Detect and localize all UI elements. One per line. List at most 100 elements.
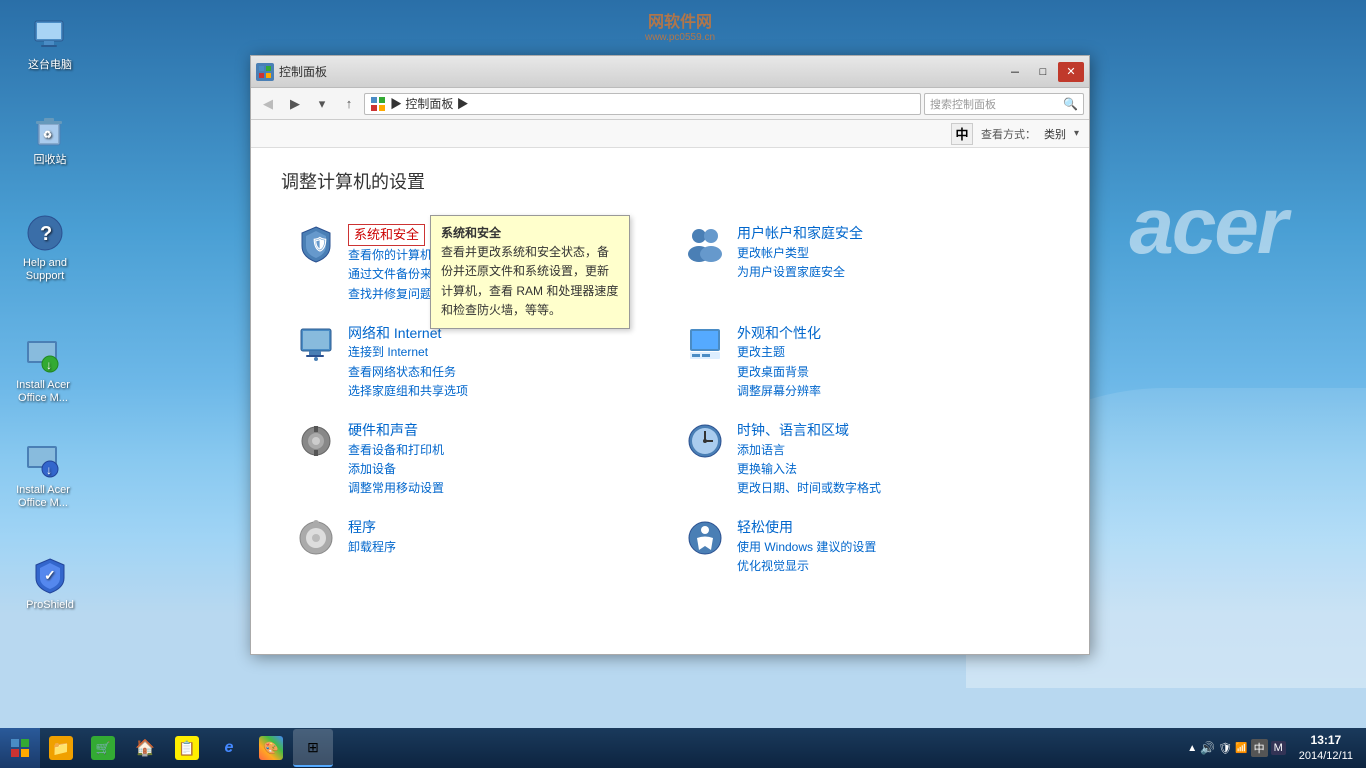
install-acer1-svg: ↓ (24, 336, 62, 374)
network-link1[interactable]: 连接到 Internet (348, 343, 655, 362)
close-button[interactable]: ✕ (1058, 62, 1084, 82)
taskbar-cp-active[interactable]: ⊞ (293, 729, 333, 767)
home-icon: 🏠 (133, 736, 157, 760)
clock-time: 13:17 (1299, 733, 1353, 749)
install-acer1-icon: ↓ (23, 335, 63, 375)
appearance-link1[interactable]: 更改主题 (737, 343, 1044, 362)
tray-network[interactable]: 📶 (1235, 743, 1247, 754)
tooltip-system-security: 系统和安全 查看并更改系统和安全状态，备份并还原文件和系统设置，更新计算机，查看… (430, 215, 630, 329)
address-path[interactable]: ▶ 控制面板 ▶ (364, 93, 921, 115)
taskbar-home[interactable]: 🏠 (125, 729, 165, 767)
install-acer2-icon: ↓ (23, 440, 63, 480)
appearance-link2[interactable]: 更改桌面背景 (737, 363, 1044, 382)
hardware-link3[interactable]: 调整常用移动设置 (348, 479, 655, 498)
tray-m[interactable]: M (1271, 741, 1286, 755)
categories-grid: 🛡 系统和安全 查看你的计算机状态 通过文件备份来保存文件的副本 查找并修复问题 (281, 214, 1059, 586)
hardware-link2[interactable]: 添加设备 (348, 460, 655, 479)
cp-taskicon: ⊞ (301, 735, 325, 759)
taskbar-notes[interactable]: 📋 (167, 729, 207, 767)
taskbar-clock[interactable]: 13:17 2014/12/11 (1291, 733, 1361, 763)
tray-shield[interactable]: 🛡 (1218, 742, 1232, 755)
pc-icon (30, 15, 70, 55)
appearance-info: 外观和个性化 更改主题 更改桌面背景 调整屏幕分辨率 (737, 324, 1044, 401)
tray-speaker[interactable]: 🔊 (1200, 741, 1215, 755)
proshield-label: ProShield (26, 599, 74, 612)
maximize-button[interactable]: □ (1030, 62, 1056, 82)
appearance-title[interactable]: 外观和个性化 (737, 325, 821, 341)
category-user-accounts[interactable]: 用户帐户和家庭安全 更改帐户类型 为用户设置家庭安全 (670, 214, 1059, 314)
programs-link1[interactable]: 卸载程序 (348, 538, 655, 557)
network-title[interactable]: 网络和 Internet (348, 325, 441, 341)
help-icon-svg: ? (26, 214, 64, 252)
tray-arrow[interactable]: ▲ (1187, 743, 1197, 754)
recycle-icon-svg: ♻ (32, 111, 68, 149)
user-accounts-link2[interactable]: 为用户设置家庭安全 (737, 263, 1044, 282)
up-button[interactable]: ↑ (337, 92, 361, 116)
taskbar-store[interactable]: 🛒 (83, 729, 123, 767)
category-hardware[interactable]: 硬件和声音 查看设备和打印机 添加设备 调整常用移动设置 (281, 411, 670, 508)
desktop-icon-this-pc[interactable]: 这台电脑 (15, 15, 85, 72)
network-info: 网络和 Internet 连接到 Internet 查看网络状态和任务 选择家庭… (348, 324, 655, 401)
accessibility-title[interactable]: 轻松使用 (737, 519, 793, 535)
accessibility-link2[interactable]: 优化视觉显示 (737, 557, 1044, 576)
titlebar-icon (256, 63, 274, 81)
cp-content: 调整计算机的设置 🛡 系统和安全 查看你的计算机状态 通过文件备份 (251, 148, 1089, 654)
clock-title[interactable]: 时钟、语言和区域 (737, 422, 849, 438)
search-icon[interactable]: 🔍 (1063, 97, 1078, 111)
ie-icon: e (217, 736, 241, 760)
watermark-line1: 网软件网 (648, 8, 712, 32)
category-programs[interactable]: 程序 卸载程序 (281, 508, 670, 586)
proshield-icon: ✓ (30, 555, 70, 595)
hardware-icon (296, 421, 336, 461)
desktop-icon-recycle-bin[interactable]: ♻ 回收站 (15, 110, 85, 167)
install-acer1-label: Install Acer Office M... (16, 379, 70, 405)
taskbar-ie[interactable]: e (209, 729, 249, 767)
network-link3[interactable]: 选择家庭组和共享选项 (348, 382, 655, 401)
network-icon (296, 324, 336, 364)
network-link2[interactable]: 查看网络状态和任务 (348, 363, 655, 382)
clock-info: 时钟、语言和区域 添加语言 更换输入法 更改日期、时间或数字格式 (737, 421, 1044, 498)
user-accounts-link1[interactable]: 更改帐户类型 (737, 244, 1044, 263)
forward-button[interactable]: ▶ (283, 92, 307, 116)
accessibility-link1[interactable]: 使用 Windows 建议的设置 (737, 538, 1044, 557)
programs-title[interactable]: 程序 (348, 519, 376, 535)
minimize-button[interactable]: － (1002, 62, 1028, 82)
user-accounts-title[interactable]: 用户帐户和家庭安全 (737, 225, 863, 241)
desktop-icon-proshield[interactable]: ✓ ProShield (15, 555, 85, 612)
hardware-title[interactable]: 硬件和声音 (348, 422, 418, 438)
programs-info: 程序 卸载程序 (348, 518, 655, 557)
pc-icon-svg (31, 16, 69, 54)
desktop-icon-install-acer1[interactable]: ↓ Install Acer Office M... (8, 335, 78, 405)
clock-link3[interactable]: 更改日期、时间或数字格式 (737, 479, 1044, 498)
address-icon (370, 96, 386, 112)
desktop-icon-install-acer2[interactable]: ↓ Install Acer Office M... (8, 440, 78, 510)
category-appearance[interactable]: 外观和个性化 更改主题 更改桌面背景 调整屏幕分辨率 (670, 314, 1059, 411)
clock-link1[interactable]: 添加语言 (737, 441, 1044, 460)
taskbar-pinned-items: 📁 🛒 🏠 📋 e 🎨 ⊞ (40, 728, 334, 768)
tray-ime[interactable]: 中 (1251, 739, 1268, 757)
svg-text:✓: ✓ (44, 567, 56, 583)
taskbar-paint[interactable]: 🎨 (251, 729, 291, 767)
paint-icon: 🎨 (259, 736, 283, 760)
proshield-svg: ✓ (31, 556, 69, 594)
appearance-link3[interactable]: 调整屏幕分辨率 (737, 382, 1044, 401)
install-acer2-svg: ↓ (24, 441, 62, 479)
desktop-icon-help-support[interactable]: ? Help and Support (10, 213, 80, 283)
store-icon: 🛒 (91, 736, 115, 760)
accessibility-icon (685, 518, 725, 558)
start-button[interactable] (0, 728, 40, 768)
system-security-title[interactable]: 系统和安全 (348, 224, 425, 246)
viewmode-value[interactable]: 类别 (1044, 126, 1066, 142)
zh-badge[interactable]: 中 (951, 123, 973, 145)
taskbar-file-explorer[interactable]: 📁 (41, 729, 81, 767)
cp-icon (258, 65, 272, 79)
clock-link2[interactable]: 更换输入法 (737, 460, 1044, 479)
dropdown-button[interactable]: ▾ (310, 92, 334, 116)
search-box[interactable]: 搜索控制面板 🔍 (924, 93, 1084, 115)
back-button[interactable]: ◀ (256, 92, 280, 116)
category-clock[interactable]: 时钟、语言和区域 添加语言 更换输入法 更改日期、时间或数字格式 (670, 411, 1059, 508)
viewmode-dropdown-icon[interactable]: ▾ (1074, 128, 1079, 139)
hardware-link1[interactable]: 查看设备和打印机 (348, 441, 655, 460)
category-accessibility[interactable]: 轻松使用 使用 Windows 建议的设置 优化视觉显示 (670, 508, 1059, 586)
acer-brand: acer (1129, 180, 1286, 272)
